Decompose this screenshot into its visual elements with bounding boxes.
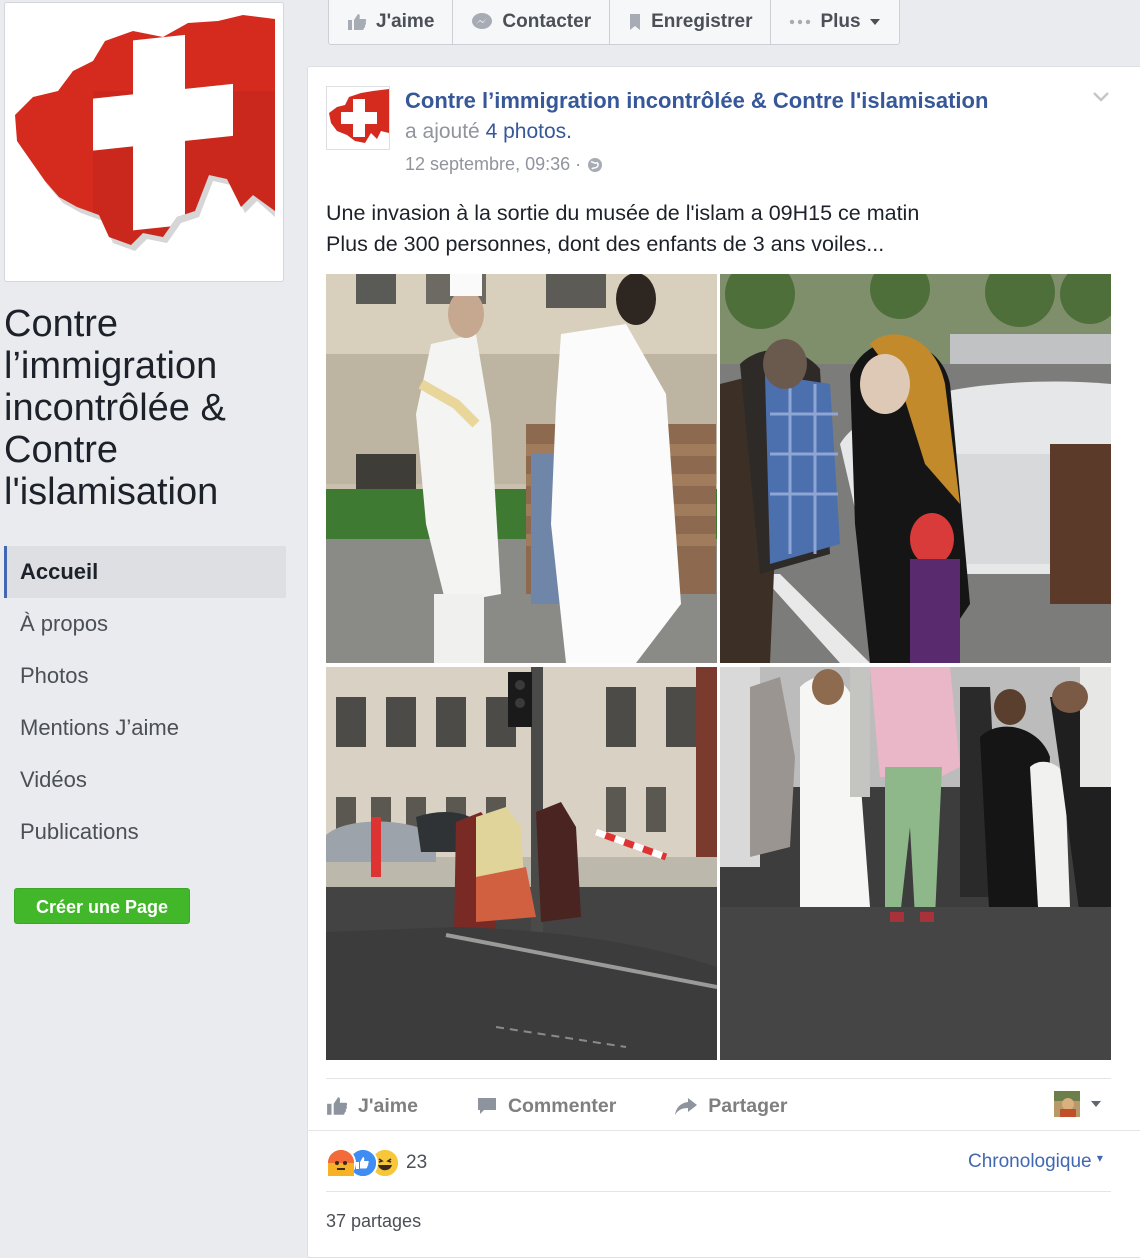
photo-grid-gutter xyxy=(717,274,720,1060)
share-button[interactable]: Partager xyxy=(674,1095,787,1118)
comment-button[interactable]: Commenter xyxy=(476,1095,616,1118)
post-as-selector[interactable] xyxy=(1054,1091,1102,1117)
page-cover-photo[interactable] xyxy=(4,2,284,282)
page-nav: Accueil À propos Photos Mentions J’aime … xyxy=(4,546,286,858)
messenger-icon xyxy=(471,12,493,32)
reactions-summary[interactable]: 23 xyxy=(326,1148,427,1178)
post-photo[interactable] xyxy=(720,274,1111,663)
page-title: Contre l’immigration incontrôlée & Contr… xyxy=(4,303,226,513)
post-photo[interactable] xyxy=(326,667,717,1060)
comment-sort-dropdown[interactable]: Chronologique ▾ xyxy=(968,1151,1103,1173)
post-action-bar: J'aime Commenter Partager xyxy=(326,1085,1111,1127)
comment-label: Commenter xyxy=(507,1094,617,1117)
globe-icon xyxy=(587,157,603,173)
page-avatar[interactable] xyxy=(326,86,390,150)
post-photo[interactable] xyxy=(326,274,717,663)
nav-item-accueil[interactable]: Accueil xyxy=(4,546,286,598)
added-prefix: a ajouté xyxy=(405,120,480,143)
post-text-line: Plus de 300 personnes, dont des enfants … xyxy=(326,232,885,256)
shares-link[interactable]: 37 partages xyxy=(326,1211,421,1232)
save-label: Enregistrer xyxy=(651,11,753,32)
post-like-label: J'aime xyxy=(358,1094,418,1117)
share-label: Partager xyxy=(708,1094,788,1117)
post-text: Une invasion à la sortie du musée de l'i… xyxy=(326,198,1116,260)
post-options-chevron-icon[interactable] xyxy=(1092,90,1110,108)
create-page-button[interactable]: Créer une Page xyxy=(14,888,190,924)
user-avatar xyxy=(1054,1091,1080,1117)
page-like-button[interactable]: J'aime xyxy=(329,0,454,44)
nav-item-publications[interactable]: Publications xyxy=(4,806,286,858)
post-like-button[interactable]: J'aime xyxy=(326,1095,418,1118)
sort-label: Chronologique xyxy=(968,1151,1092,1172)
thumbs-up-icon xyxy=(347,13,367,31)
added-suffix: . xyxy=(566,120,572,143)
photos-link[interactable]: 4 photos xyxy=(486,120,567,143)
post-timestamp[interactable]: 12 septembre, 09:36 · xyxy=(405,154,603,175)
caret-down-icon xyxy=(1090,1100,1102,1108)
angry-reaction-icon xyxy=(326,1148,356,1178)
photo-grid xyxy=(326,274,1111,1060)
post-photo[interactable] xyxy=(720,667,1111,1060)
divider xyxy=(326,1191,1111,1192)
share-arrow-icon xyxy=(674,1096,698,1116)
more-label: Plus xyxy=(820,11,861,32)
save-button[interactable]: Enregistrer xyxy=(610,0,772,44)
nav-item-videos[interactable]: Vidéos xyxy=(4,754,286,806)
divider xyxy=(307,1130,1140,1131)
page-action-bar: J'aime Contacter Enregistrer Plus xyxy=(328,0,900,45)
nav-item-photos[interactable]: Photos xyxy=(4,650,286,702)
post-text-line: Une invasion à la sortie du musée de l'i… xyxy=(326,201,920,225)
swiss-map-flag-image xyxy=(13,11,275,273)
contact-button[interactable]: Contacter xyxy=(453,0,611,44)
nav-item-a-propos[interactable]: À propos xyxy=(4,598,286,650)
bookmark-icon xyxy=(628,13,642,31)
contact-label: Contacter xyxy=(502,11,592,32)
more-button[interactable]: Plus xyxy=(771,0,898,44)
caret-down-icon xyxy=(869,18,881,26)
post-author-link[interactable]: Contre l’immigration incontrôlée & Contr… xyxy=(405,88,988,114)
divider xyxy=(326,1078,1111,1079)
nav-item-mentions-jaime[interactable]: Mentions J’aime xyxy=(4,702,286,754)
comment-icon xyxy=(476,1096,498,1116)
post-added-photos: a ajouté 4 photos. xyxy=(405,120,572,144)
timestamp-text: 12 septembre, 09:36 · xyxy=(405,154,582,174)
thumbs-up-icon xyxy=(326,1096,348,1116)
ellipsis-icon xyxy=(789,19,811,25)
caret-down-icon: ▾ xyxy=(1096,1151,1103,1165)
reaction-count: 23 xyxy=(406,1152,428,1173)
page-like-label: J'aime xyxy=(376,11,435,32)
